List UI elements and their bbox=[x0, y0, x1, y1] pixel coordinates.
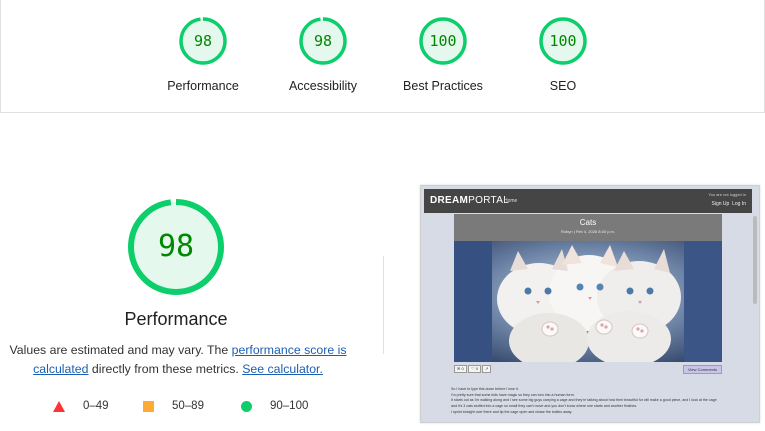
auth-links: Sign Up Log In bbox=[711, 201, 746, 207]
post-body-line: I sprint straight over there and tip the… bbox=[451, 409, 573, 414]
kittens-photo bbox=[454, 241, 722, 362]
comment-count-button[interactable]: ✉ 0 bbox=[454, 365, 467, 373]
performance-score: 98 bbox=[157, 229, 195, 264]
description-text: Values are estimated and may vary. The bbox=[9, 343, 232, 357]
category-label: Accessibility bbox=[288, 79, 358, 93]
section-divider bbox=[383, 256, 384, 354]
performance-gauge: 98 bbox=[126, 197, 226, 297]
see-calculator-link[interactable]: See calculator. bbox=[242, 362, 323, 376]
gauge-ring: 100 bbox=[418, 16, 468, 66]
score-value: 100 bbox=[549, 32, 577, 50]
score-value: 98 bbox=[313, 32, 333, 50]
description-text: directly from these metrics. bbox=[88, 362, 243, 376]
category-label: Best Practices bbox=[403, 79, 483, 93]
legend-range: 90–100 bbox=[270, 400, 309, 412]
post-card: Cats Robyn | Feb 4, 2026 8:00 p.m. bbox=[454, 214, 722, 362]
green-circle-icon bbox=[241, 400, 252, 412]
legend-pass: 90–100 bbox=[241, 400, 308, 412]
login-status: You are not logged in bbox=[708, 192, 746, 197]
share-icon[interactable]: ↗ bbox=[482, 365, 492, 373]
site-navbar: DREAMPORTAL Home You are not logged in S… bbox=[424, 189, 752, 213]
post-meta: Robyn | Feb 4, 2026 8:00 p.m. bbox=[561, 229, 615, 234]
view-comments-button[interactable]: View Comments bbox=[682, 365, 722, 374]
score-value: 98 bbox=[193, 32, 213, 50]
category-label: Performance bbox=[167, 79, 239, 93]
score-value: 100 bbox=[429, 32, 457, 50]
site-logo: DREAMPORTAL bbox=[430, 195, 510, 206]
post-header: Cats Robyn | Feb 4, 2026 8:00 p.m. bbox=[454, 214, 722, 241]
gauge-best-practices[interactable]: 100 Best Practices bbox=[383, 16, 503, 93]
category-label: SEO bbox=[549, 79, 577, 93]
frame-left-border bbox=[0, 0, 1, 113]
gauge-accessibility[interactable]: 98 Accessibility bbox=[263, 16, 383, 93]
gauge-ring: 98 bbox=[298, 16, 348, 66]
legend-range: 50–89 bbox=[172, 400, 204, 412]
gauge-ring: 100 bbox=[538, 16, 588, 66]
legend-range: 0–49 bbox=[83, 400, 109, 412]
gauge-seo[interactable]: 100 SEO bbox=[503, 16, 623, 93]
page-scrollbar bbox=[753, 216, 757, 304]
legend-fail: 0–49 bbox=[53, 400, 109, 412]
performance-title: Performance bbox=[124, 309, 228, 329]
orange-square-icon bbox=[143, 400, 154, 412]
final-screenshot-thumbnail[interactable]: DREAMPORTAL Home You are not logged in S… bbox=[420, 185, 760, 423]
gauge-performance[interactable]: 98 Performance bbox=[143, 16, 263, 93]
scores-summary-bar: 98 Performance 98 Accessibility 100 Best… bbox=[0, 0, 765, 113]
post-title: Cats bbox=[579, 218, 597, 227]
legend-average: 50–89 bbox=[143, 400, 204, 412]
post-actions: ✉ 0 ♡ 0 ↗ View Comments bbox=[454, 365, 722, 375]
nav-home-link: Home bbox=[504, 198, 518, 204]
post-body: So I have to type this down before I los… bbox=[451, 387, 741, 416]
performance-description: Values are estimated and may vary. The p… bbox=[8, 341, 348, 379]
gauge-ring: 98 bbox=[178, 16, 228, 66]
red-triangle-icon bbox=[53, 400, 65, 412]
like-count-button[interactable]: ♡ 0 bbox=[468, 365, 481, 373]
